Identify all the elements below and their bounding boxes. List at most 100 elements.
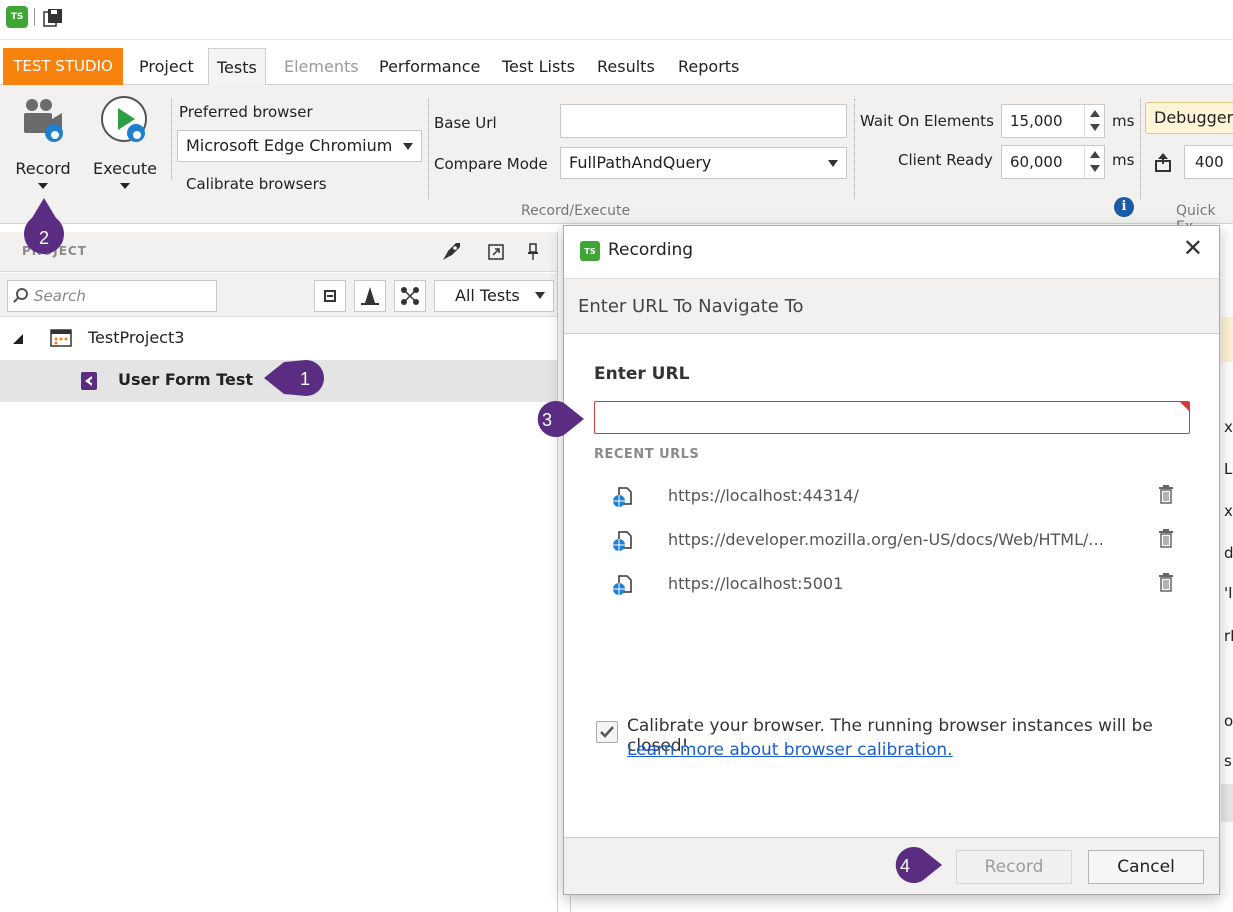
- execute-label: Execute: [93, 159, 157, 178]
- spinner-arrows[interactable]: [1084, 105, 1104, 137]
- recording-dialog: TS Recording ✕ Enter URL To Navigate To …: [563, 225, 1220, 895]
- chevron-down-icon: [120, 183, 130, 189]
- ribbon-separator: [1140, 99, 1141, 199]
- tab-reports[interactable]: Reports: [670, 48, 747, 85]
- web-test-icon: [81, 372, 97, 390]
- callout-4: 4: [895, 847, 942, 883]
- trash-icon[interactable]: [1158, 528, 1174, 548]
- checkmark-icon: [600, 726, 614, 738]
- step-fragment: ou: [1224, 712, 1233, 730]
- recent-url-item[interactable]: https://localhost:5001: [594, 566, 1184, 606]
- tab-elements[interactable]: Elements: [276, 48, 367, 85]
- tab-project[interactable]: Project: [131, 48, 202, 85]
- record-ribbon-button[interactable]: Record: [8, 93, 80, 203]
- ms-unit: ms: [1112, 112, 1135, 130]
- panel-grey-row: [1221, 784, 1233, 822]
- callout-number: 1: [300, 369, 310, 389]
- chevron-down-icon: [828, 160, 838, 167]
- callout-number: 3: [542, 410, 552, 430]
- tree-item-project[interactable]: TestProject3: [0, 318, 558, 358]
- rocket-icon[interactable]: [440, 241, 462, 263]
- dialog-subtitle: Enter URL To Navigate To: [578, 296, 804, 317]
- record-label: Record: [15, 159, 71, 178]
- search-input[interactable]: Search: [7, 280, 217, 312]
- ribbon-separator: [171, 99, 172, 179]
- compare-mode-value: FullPathAndQuery: [569, 153, 712, 172]
- preferred-browser-value: Microsoft Edge Chromium: [186, 136, 393, 155]
- step-fragment: La: [1224, 460, 1233, 478]
- recent-url-item[interactable]: https://developer.mozilla.org/en-US/docs…: [594, 522, 1184, 562]
- panel-highlight: [1221, 317, 1233, 362]
- recent-url-item[interactable]: https://localhost:44314/: [594, 478, 1184, 518]
- debugger-button[interactable]: Debugger: [1145, 102, 1233, 134]
- save-icon[interactable]: [42, 8, 64, 28]
- url-input[interactable]: [594, 401, 1190, 434]
- base-url-input[interactable]: [560, 104, 847, 138]
- client-ready-stepper[interactable]: 60,000: [1001, 145, 1105, 179]
- dialog-subheader: Enter URL To Navigate To: [564, 278, 1219, 334]
- tab-results[interactable]: Results: [589, 48, 663, 85]
- trash-icon[interactable]: [1158, 484, 1174, 504]
- nodes-icon: [401, 287, 419, 305]
- callout-1: 1: [264, 360, 324, 396]
- camera-icon: [24, 99, 63, 142]
- step-fragment: do: [1224, 544, 1233, 562]
- client-ready-label: Client Ready: [898, 151, 993, 169]
- structure-button[interactable]: [394, 280, 426, 312]
- tab-test-studio[interactable]: TEST STUDIO: [3, 48, 123, 85]
- tree-expand-icon[interactable]: [12, 333, 24, 345]
- wait-on-elements-label: Wait On Elements: [860, 112, 994, 130]
- callout-number: 4: [900, 856, 910, 876]
- chevron-down-icon: [535, 292, 545, 299]
- tab-test-lists[interactable]: Test Lists: [494, 48, 583, 85]
- search-icon: [16, 288, 28, 300]
- pin-icon[interactable]: [526, 243, 540, 261]
- export-icon[interactable]: [1154, 153, 1172, 173]
- project-panel-toolbar: Search All Tests: [0, 273, 558, 317]
- info-icon[interactable]: i: [1114, 197, 1134, 217]
- step-fragment: xt: [1224, 418, 1233, 436]
- ribbon-separator: [428, 99, 429, 199]
- tab-tests[interactable]: Tests: [208, 48, 266, 86]
- test-filter-value: All Tests: [455, 286, 520, 305]
- base-url-label: Base Url: [434, 114, 497, 132]
- calibrate-checkbox[interactable]: [596, 721, 618, 743]
- callout-number: 2: [39, 228, 49, 248]
- collapse-all-button[interactable]: [314, 280, 346, 312]
- compare-mode-select[interactable]: FullPathAndQuery: [560, 147, 847, 179]
- preferred-browser-select[interactable]: Microsoft Edge Chromium: [177, 130, 422, 162]
- calibrate-browsers-button[interactable]: Calibrate browsers: [186, 175, 327, 193]
- cone-icon: [361, 287, 379, 305]
- step-fragment: sil: [1224, 752, 1233, 770]
- recent-url-text: https://developer.mozilla.org/en-US/docs…: [668, 530, 1104, 549]
- test-name: User Form Test: [118, 370, 254, 389]
- ms-unit: ms: [1112, 151, 1135, 169]
- cancel-button[interactable]: Cancel: [1088, 850, 1204, 884]
- test-filter-select[interactable]: All Tests: [434, 280, 554, 312]
- callout-2: 2: [24, 198, 64, 254]
- recent-url-text: https://localhost:44314/: [668, 486, 859, 505]
- record-button[interactable]: Record: [956, 850, 1072, 884]
- web-page-icon: [613, 531, 632, 551]
- wait-on-elements-stepper[interactable]: 15,000: [1001, 104, 1105, 138]
- filter-button[interactable]: [354, 280, 386, 312]
- chevron-down-icon: [403, 143, 413, 150]
- calibration-help-link[interactable]: Learn more about browser calibration.: [627, 740, 953, 760]
- project-name: TestProject3: [88, 328, 185, 347]
- preferred-browser-label: Preferred browser: [179, 103, 313, 121]
- dialog-title: Recording: [608, 240, 694, 260]
- execute-ribbon-button[interactable]: Execute: [90, 93, 162, 203]
- search-placeholder: Search: [34, 287, 86, 305]
- expand-icon[interactable]: [487, 243, 505, 261]
- step-fragment: 'I: [1224, 584, 1233, 602]
- recent-urls-label: RECENT URLS: [594, 447, 700, 462]
- dialog-logo: TS: [580, 241, 600, 261]
- play-icon: [101, 96, 147, 142]
- tab-performance[interactable]: Performance: [371, 48, 488, 85]
- close-icon[interactable]: ✕: [1183, 236, 1203, 260]
- spinner-arrows[interactable]: [1084, 146, 1104, 178]
- trash-icon[interactable]: [1158, 572, 1174, 592]
- project-panel-header: PROJECT: [0, 232, 558, 272]
- quick-exec-input[interactable]: 400: [1184, 145, 1233, 179]
- ribbon-separator: [854, 99, 855, 199]
